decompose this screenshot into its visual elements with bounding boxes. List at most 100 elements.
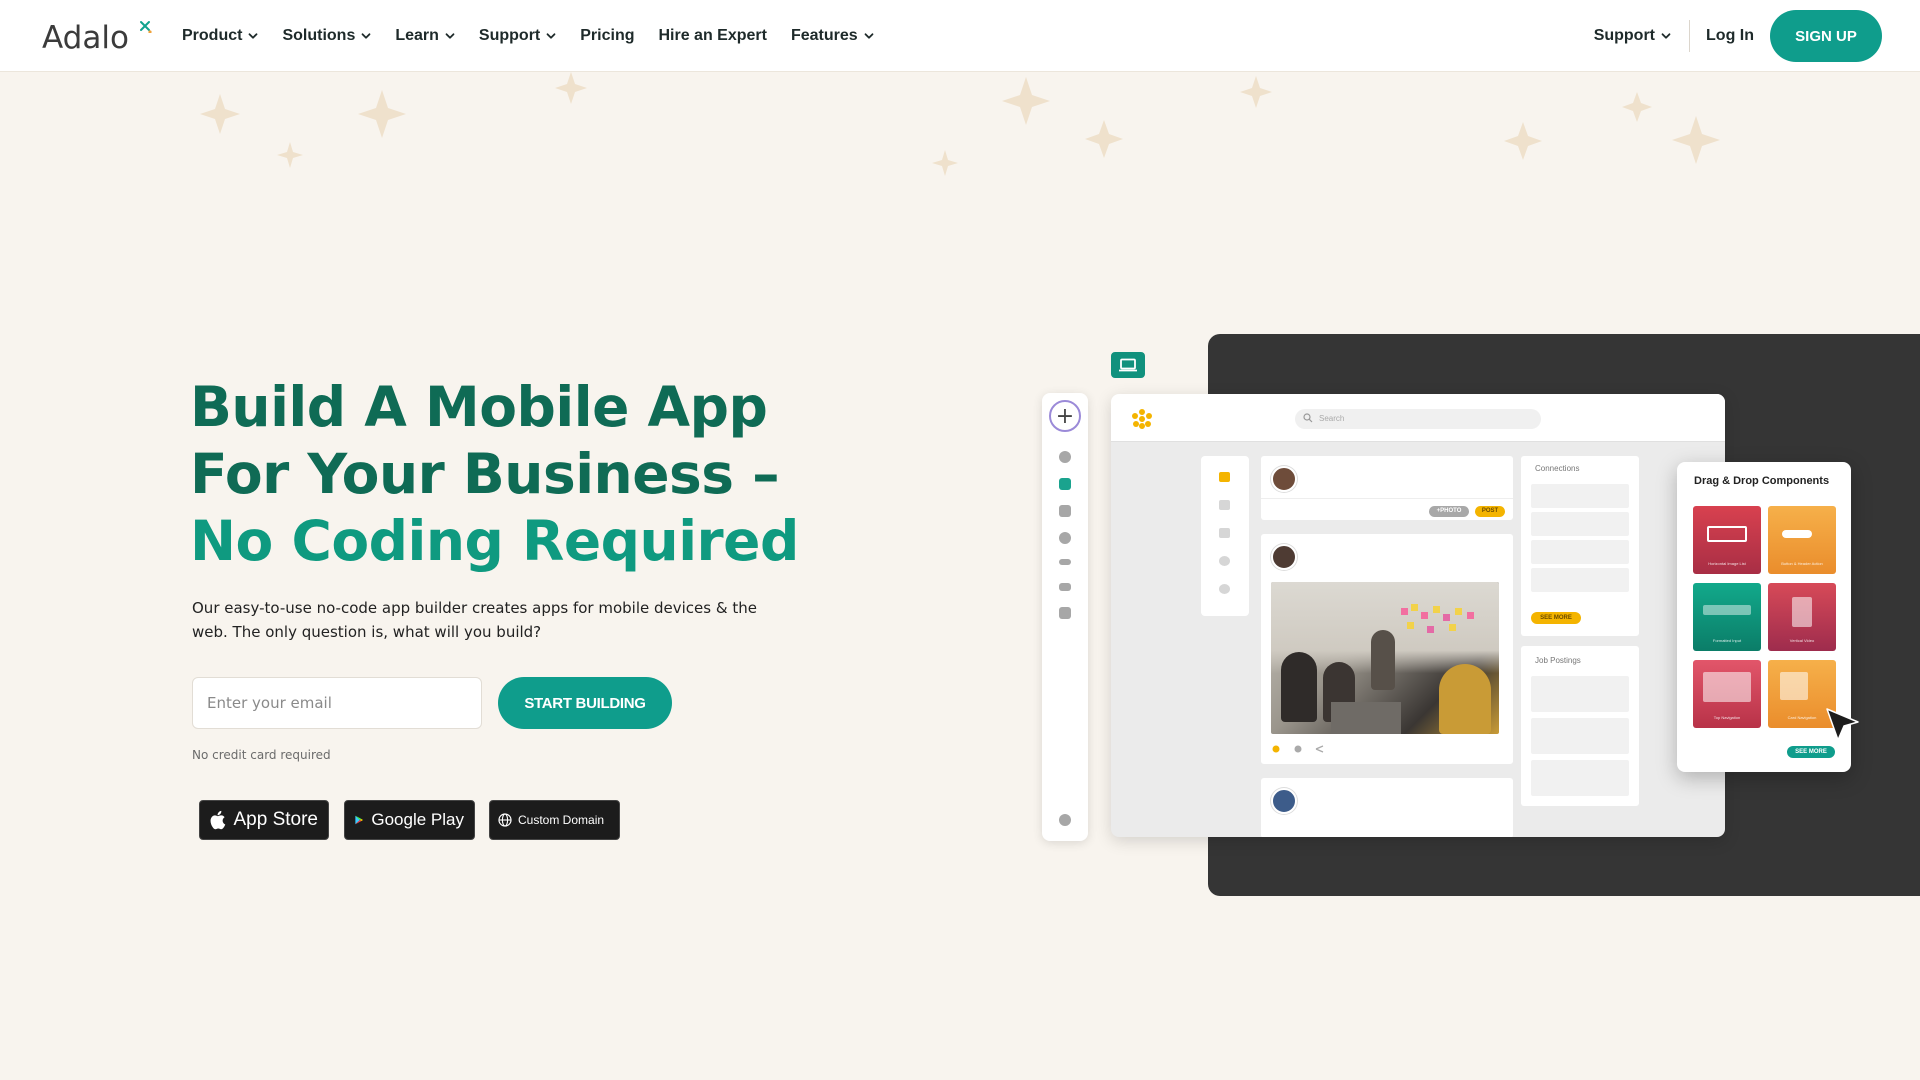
post-composer: +PHOTO POST <box>1261 456 1513 520</box>
nav-glyph <box>1703 672 1751 702</box>
person-silhouette <box>1439 664 1491 734</box>
components-title: Drag & Drop Components <box>1694 475 1830 487</box>
palette-icon <box>1059 451 1071 463</box>
person-silhouette <box>1281 652 1317 722</box>
hero-subtitle: Our easy-to-use no-code app builder crea… <box>192 599 757 641</box>
component-tile: Vertical Video <box>1768 583 1836 651</box>
nav-product-label: Product <box>182 27 243 44</box>
laptop-preview-button <box>1111 352 1145 378</box>
tile-label: Top Navigation <box>1713 715 1741 720</box>
nav-product[interactable]: Product <box>182 27 258 45</box>
nav-features-label: Features <box>790 27 858 44</box>
avatar <box>1271 466 1297 492</box>
connections-see-more: SEE MORE <box>1531 612 1581 624</box>
canvas-search-placeholder: Search <box>1319 414 1345 423</box>
chevron-down-icon <box>864 33 874 39</box>
nav-learn-label: Learn <box>395 27 439 44</box>
video-glyph <box>1792 597 1812 627</box>
add-component-icon: + <box>1049 400 1081 432</box>
globe-icon <box>498 813 512 827</box>
no-credit-card-note: No credit card required <box>192 748 331 762</box>
hero-title-line1: Build A Mobile App <box>190 375 768 439</box>
nav-pricing[interactable]: Pricing <box>580 27 634 45</box>
nav-learn[interactable]: Learn <box>395 27 455 45</box>
google-play-badge[interactable]: Google Play <box>344 800 475 840</box>
main-menu: Product Solutions Learn Support Pricing … <box>182 0 874 72</box>
app-sidebar <box>1201 456 1249 616</box>
nav-support-right[interactable]: Support <box>1594 27 1671 45</box>
card-glyph <box>1780 672 1808 700</box>
user-icon <box>1219 556 1230 566</box>
composer-divider <box>1261 498 1513 499</box>
chat-icon <box>1219 500 1230 510</box>
avatar <box>1271 544 1297 570</box>
job-row <box>1531 760 1629 796</box>
meeting-photo <box>1271 582 1499 734</box>
nav-solutions[interactable]: Solutions <box>282 27 371 45</box>
custom-domain-label: Custom Domain <box>518 813 605 827</box>
help-icon <box>1059 814 1071 826</box>
connection-row <box>1531 484 1629 508</box>
button-glyph <box>1782 530 1812 538</box>
custom-domain-badge[interactable]: Custom Domain <box>489 800 620 840</box>
connection-row <box>1531 568 1629 592</box>
chevron-down-icon <box>445 33 455 39</box>
app-logo-icon <box>1132 409 1152 429</box>
sticky-note <box>1411 604 1418 611</box>
google-play-label: Google Play <box>371 810 464 829</box>
nav-features[interactable]: Features <box>791 27 874 45</box>
component-tile: Formatted Input <box>1693 583 1761 651</box>
app-store-badge[interactable]: App Store <box>199 800 329 840</box>
settings-icon <box>1219 584 1230 594</box>
start-building-button[interactable]: START BUILDING <box>498 677 672 729</box>
login-link[interactable]: Log In <box>1706 27 1754 45</box>
nav-support[interactable]: Support <box>479 27 556 45</box>
hero-title-line2: For Your Business – <box>190 442 780 506</box>
sparkle-icon <box>140 21 152 33</box>
signup-button[interactable]: SIGN UP <box>1770 10 1882 62</box>
job-row <box>1531 676 1629 712</box>
sticky-note <box>1455 608 1462 615</box>
email-input[interactable] <box>192 677 482 729</box>
tile-label: Button & Header Action <box>1781 561 1823 566</box>
chevron-down-icon <box>361 33 371 39</box>
connection-row <box>1531 540 1629 564</box>
briefcase-icon <box>1219 528 1230 538</box>
branding-icon <box>1059 505 1071 517</box>
connection-row <box>1531 512 1629 536</box>
laptop-icon <box>1119 358 1137 372</box>
connections-panel: Connections SEE MORE <box>1521 456 1639 636</box>
table-shape <box>1331 702 1401 734</box>
canvas-header: Search <box>1111 394 1725 442</box>
nav-hire-expert[interactable]: Hire an Expert <box>658 27 766 45</box>
hero-title-line3: No Coding Required <box>190 509 799 573</box>
hero-title: Build A Mobile App For Your Business – N… <box>190 374 830 575</box>
nav-divider <box>1689 20 1691 52</box>
app-canvas: Search +PHOTO POST Connections SEE MORE … <box>1111 394 1725 837</box>
sticky-note <box>1449 624 1456 631</box>
copy-icon <box>1059 607 1071 619</box>
analytics-icon <box>1059 583 1071 591</box>
job-row <box>1531 718 1629 754</box>
components-see-more: SEE MORE <box>1787 746 1835 758</box>
component-tile: Top Navigation <box>1693 660 1761 728</box>
avatar <box>1271 788 1297 814</box>
input-glyph <box>1703 605 1751 615</box>
sticky-note <box>1433 606 1440 613</box>
logo-wordmark: Adalo <box>42 20 129 56</box>
nav-support-right-label: Support <box>1593 27 1656 44</box>
nav-hire-expert-label: Hire an Expert <box>658 27 767 44</box>
adalo-logo[interactable]: Adalo <box>42 20 152 56</box>
home-icon <box>1219 472 1230 482</box>
sticky-note <box>1443 614 1450 621</box>
sticky-note <box>1407 622 1414 629</box>
account-actions: Support Log In SIGN UP <box>1594 0 1882 72</box>
tile-label: Formatted Input <box>1712 638 1742 643</box>
job-postings-title: Job Postings <box>1535 656 1581 665</box>
feed-post-card <box>1261 534 1513 764</box>
editor-toolbar: + <box>1042 393 1088 841</box>
app-store-label: App Store <box>233 809 319 830</box>
sticky-note <box>1467 612 1474 619</box>
nav-pricing-label: Pricing <box>580 27 635 44</box>
sticky-note <box>1401 608 1408 615</box>
